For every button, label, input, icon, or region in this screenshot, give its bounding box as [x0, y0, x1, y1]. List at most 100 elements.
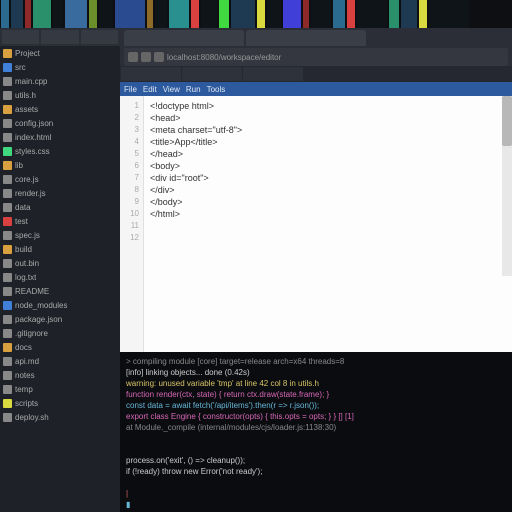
timeline-clip[interactable]: [115, 0, 145, 28]
code-line: <meta charset="utf-8">: [150, 124, 506, 136]
terminal-panel[interactable]: > compiling module [core] target=release…: [120, 352, 512, 512]
file-tree-item[interactable]: spec.js: [0, 228, 120, 242]
editor-tab[interactable]: [243, 67, 303, 81]
file-tree-item[interactable]: node_modules: [0, 298, 120, 312]
file-tree-item[interactable]: Project: [0, 46, 120, 60]
file-tree-item[interactable]: styles.css: [0, 144, 120, 158]
terminal-line: |: [126, 488, 506, 499]
file-tree-item[interactable]: render.js: [0, 186, 120, 200]
file-tree-item[interactable]: notes: [0, 368, 120, 382]
file-tree-item[interactable]: core.js: [0, 172, 120, 186]
file-label: node_modules: [15, 301, 67, 310]
file-label: index.html: [15, 133, 51, 142]
timeline-clip[interactable]: [267, 0, 281, 28]
file-tree-item[interactable]: assets: [0, 102, 120, 116]
file-tree-item[interactable]: test: [0, 214, 120, 228]
terminal-line: [info] linking objects... done (0.42s): [126, 367, 506, 378]
timeline-clip[interactable]: [303, 0, 309, 28]
scrollbar-thumb[interactable]: [502, 96, 512, 146]
editor-area: File Edit View Run Tools 123456789101112 <!d…: [120, 66, 512, 512]
file-tree-item[interactable]: api.md: [0, 354, 120, 368]
timeline-clip[interactable]: [1, 0, 9, 28]
terminal-line: > compiling module [core] target=release…: [126, 356, 506, 367]
timeline-clip[interactable]: [33, 0, 51, 28]
address-bar[interactable]: localhost:8080/workspace/editor: [124, 48, 508, 66]
line-number: 8: [120, 184, 143, 196]
editor-tab[interactable]: [182, 67, 242, 81]
code-line: <head>: [150, 112, 506, 124]
timeline-clip[interactable]: [257, 0, 265, 28]
timeline-clip[interactable]: [401, 0, 417, 28]
editor-tab[interactable]: [121, 67, 181, 81]
file-tree-item[interactable]: deploy.sh: [0, 410, 120, 424]
back-icon[interactable]: [128, 52, 138, 62]
timeline-clip[interactable]: [347, 0, 355, 28]
timeline-clip[interactable]: [201, 0, 217, 28]
file-tree-item[interactable]: package.json: [0, 312, 120, 326]
ribbon-item[interactable]: View: [163, 85, 180, 94]
timeline-clip[interactable]: [357, 0, 387, 28]
ribbon-item[interactable]: Tools: [207, 85, 226, 94]
timeline-clip[interactable]: [283, 0, 301, 28]
file-tree-item[interactable]: temp: [0, 382, 120, 396]
file-tree-item[interactable]: config.json: [0, 116, 120, 130]
file-tree-item[interactable]: .gitignore: [0, 326, 120, 340]
timeline-clip[interactable]: [389, 0, 399, 28]
timeline-track[interactable]: [0, 0, 512, 28]
sidebar-tab[interactable]: [81, 30, 118, 44]
code-body[interactable]: <!doctype html> <head> <meta charset="ut…: [144, 96, 512, 352]
file-icon: [3, 259, 12, 268]
timeline-clip[interactable]: [155, 0, 167, 28]
timeline-clip[interactable]: [11, 0, 23, 28]
browser-tab[interactable]: [246, 30, 366, 46]
code-line: <title>App</title>: [150, 136, 506, 148]
file-tree-item[interactable]: out.bin: [0, 256, 120, 270]
file-tree-item[interactable]: build: [0, 242, 120, 256]
file-label: data: [15, 203, 31, 212]
timeline-clip[interactable]: [25, 0, 31, 28]
timeline-clip[interactable]: [99, 0, 113, 28]
timeline-clip[interactable]: [219, 0, 229, 28]
timeline-clip[interactable]: [333, 0, 345, 28]
timeline-clip[interactable]: [65, 0, 87, 28]
file-label: package.json: [15, 315, 62, 324]
ribbon-item[interactable]: File: [124, 85, 137, 94]
timeline-clip[interactable]: [231, 0, 255, 28]
file-icon: [3, 399, 12, 408]
timeline-clip[interactable]: [53, 0, 63, 28]
ribbon-item[interactable]: Run: [186, 85, 201, 94]
sidebar-tab[interactable]: [2, 30, 39, 44]
file-label: src: [15, 63, 26, 72]
file-tree-item[interactable]: README: [0, 284, 120, 298]
file-tree-item[interactable]: scripts: [0, 396, 120, 410]
timeline-clip[interactable]: [147, 0, 153, 28]
timeline-clip[interactable]: [191, 0, 199, 28]
timeline-clip[interactable]: [429, 0, 469, 28]
file-tree-item[interactable]: main.cpp: [0, 74, 120, 88]
scrollbar-vertical[interactable]: [502, 96, 512, 276]
timeline-clip[interactable]: [419, 0, 427, 28]
file-icon: [3, 203, 12, 212]
file-tree-item[interactable]: data: [0, 200, 120, 214]
file-tree-item[interactable]: index.html: [0, 130, 120, 144]
file-label: Project: [15, 49, 40, 58]
file-tree-item[interactable]: lib: [0, 158, 120, 172]
line-number: 6: [120, 160, 143, 172]
sidebar-tab[interactable]: [41, 30, 78, 44]
timeline-clip[interactable]: [169, 0, 189, 28]
file-tree-item[interactable]: src: [0, 60, 120, 74]
forward-icon[interactable]: [141, 52, 151, 62]
file-tree-item[interactable]: utils.h: [0, 88, 120, 102]
reload-icon[interactable]: [154, 52, 164, 62]
timeline-clip[interactable]: [89, 0, 97, 28]
browser-tab[interactable]: [124, 30, 244, 46]
file-icon: [3, 147, 12, 156]
timeline-clip[interactable]: [311, 0, 331, 28]
file-label: docs: [15, 343, 32, 352]
file-icon: [3, 371, 12, 380]
file-tree-item[interactable]: docs: [0, 340, 120, 354]
ribbon-item[interactable]: Edit: [143, 85, 157, 94]
code-editor[interactable]: 123456789101112 <!doctype html> <head> <…: [120, 96, 512, 352]
file-tree-item[interactable]: log.txt: [0, 270, 120, 284]
terminal-line: warning: unused variable 'tmp' at line 4…: [126, 378, 506, 389]
